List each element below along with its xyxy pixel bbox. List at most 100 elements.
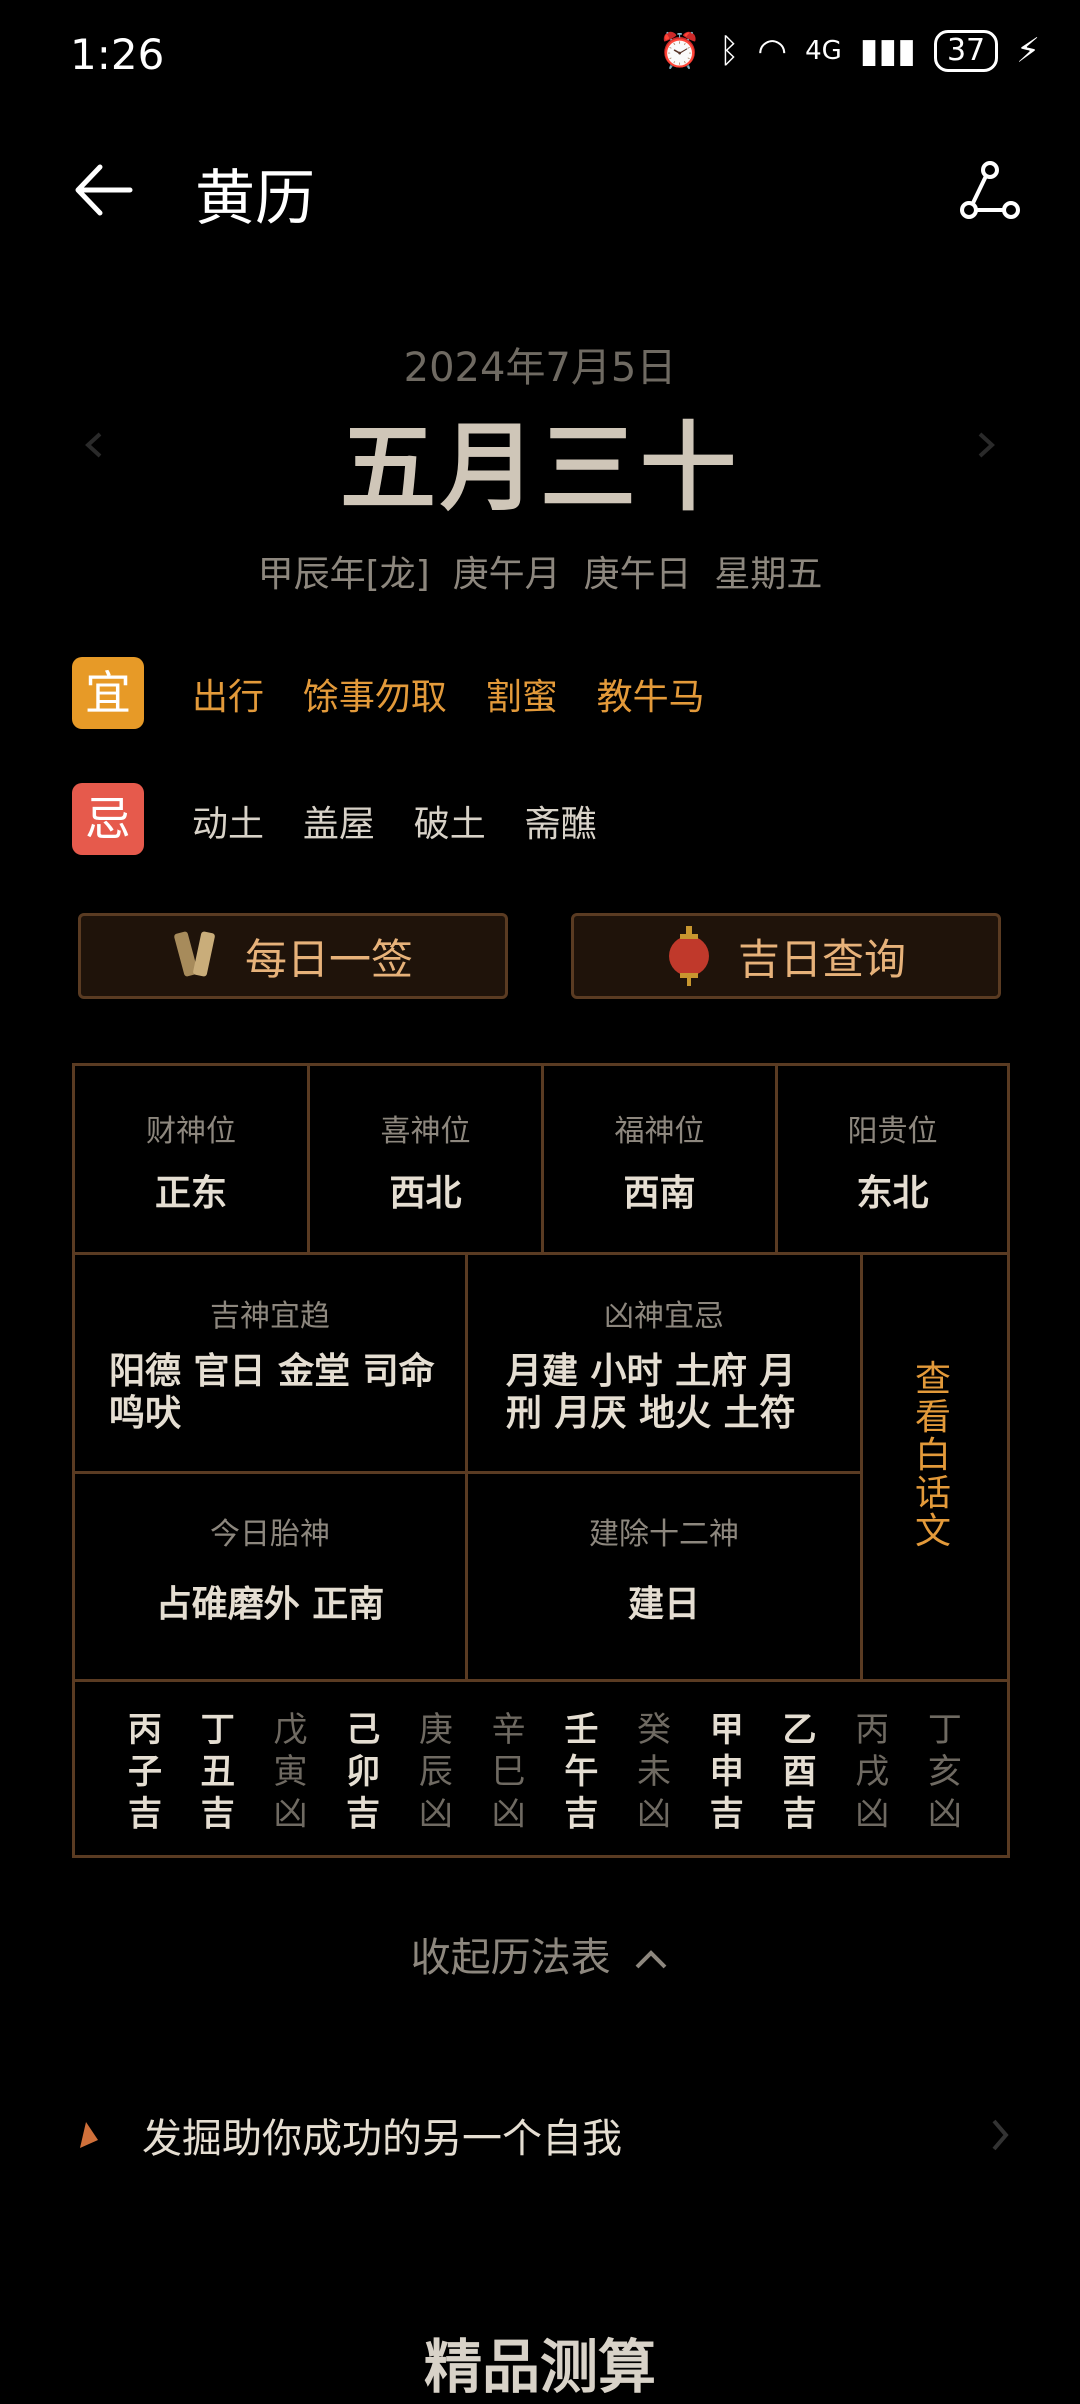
collapse-label: 收起历法表	[410, 1935, 611, 1981]
battery-indicator: 37	[933, 30, 999, 72]
xiongshen-cell: 凶神宜忌 月建 小时 土府 月刑 月厌 地火 土符	[468, 1291, 860, 1435]
direction-noble: 阳贵位 东北	[778, 1106, 1007, 1216]
section-title: 精品测算	[423, 2333, 656, 2401]
network-label: 4G	[805, 36, 842, 66]
jishen-value: 阳德 官日 金堂 司命 鸣吠	[109, 1351, 435, 1434]
taishen-cell: 今日胎神 占碓磨外 正南	[75, 1509, 465, 1627]
xiongshen-label: 凶神宜忌	[604, 1299, 724, 1334]
ji-badge: 忌	[72, 783, 144, 855]
hour-luck: 凶	[418, 1794, 453, 1834]
hour-luck: 凶	[927, 1794, 962, 1834]
hour-stem: 庚	[418, 1710, 453, 1750]
wifi-icon: ◠	[757, 31, 788, 71]
lucky-day-label: 吉日查询	[737, 934, 906, 984]
hour-branch: 午	[564, 1752, 599, 1792]
view-plain-text-link[interactable]: 查看白话文	[913, 1361, 953, 1551]
hour-column: 己卯吉	[343, 1709, 383, 1835]
xiongshen-value: 月建 小时 土府 月刑 月厌 地火 土符	[506, 1351, 796, 1434]
hour-stem: 甲	[709, 1710, 744, 1750]
promo-text: 发掘助你成功的另一个自我	[142, 2116, 622, 2162]
charging-icon: ⚡	[1016, 31, 1040, 71]
hour-luck: 凶	[491, 1794, 526, 1834]
signal-icon: ▮▮▮	[859, 31, 916, 71]
jianchu-value: 建日	[627, 1584, 700, 1625]
fortune-stick-icon	[174, 931, 215, 977]
ji-items: 动土 盖屋 破土 斋醮	[192, 804, 597, 845]
hour-stem: 丁	[200, 1710, 235, 1750]
gregorian-date: 2024年7月5日	[403, 345, 677, 391]
jianchu-cell: 建除十二神 建日	[468, 1509, 860, 1627]
hour-branch: 辰	[418, 1752, 453, 1792]
jishen-cell: 吉神宜趋 阳德 官日 金堂 司命 鸣吠	[75, 1291, 465, 1435]
hour-column: 癸未凶	[634, 1709, 674, 1835]
hour-column: 丙子吉	[125, 1709, 165, 1835]
hour-column: 丁亥凶	[925, 1709, 965, 1835]
next-day-icon[interactable]	[970, 430, 1000, 460]
lucky-day-button[interactable]: 吉日查询	[571, 913, 1001, 999]
hour-column: 丙戌凶	[852, 1709, 892, 1835]
taishen-label: 今日胎神	[210, 1517, 330, 1552]
lunar-date: 五月三十	[340, 412, 740, 524]
page-title: 黄历	[195, 164, 315, 234]
chevron-right-icon	[992, 2119, 1009, 2151]
hour-column: 庚辰凶	[416, 1709, 456, 1835]
jianchu-label: 建除十二神	[589, 1517, 739, 1552]
direction-wealth: 财神位 正东	[75, 1106, 307, 1216]
status-time: 1:26	[70, 30, 165, 79]
daily-fortune-label: 每日一签	[244, 934, 413, 984]
yi-items: 出行 馀事勿取 割蜜 教牛马	[192, 677, 705, 718]
hour-stem: 乙	[782, 1710, 817, 1750]
hour-luck: 吉	[709, 1794, 744, 1834]
flame-icon	[80, 2122, 98, 2148]
promo-row[interactable]: 发掘助你成功的另一个自我	[72, 2100, 1012, 2170]
hours-row: 丙子吉丁丑吉戊寅凶己卯吉庚辰凶辛巳凶壬午吉癸未凶甲申吉乙酉吉丙戌凶丁亥凶	[125, 1709, 965, 1835]
hour-column: 乙酉吉	[779, 1709, 819, 1835]
yi-badge: 宜	[72, 657, 144, 729]
hour-luck: 凶	[637, 1794, 672, 1834]
back-arrow-icon[interactable]	[70, 155, 140, 225]
status-icons: ⏰ ᛒ ◠ 4G ▮▮▮ 37 ⚡	[659, 30, 1040, 72]
share-icon[interactable]	[960, 160, 1020, 220]
direction-label: 喜神位	[380, 1114, 471, 1149]
hour-column: 戊寅凶	[270, 1709, 310, 1835]
hour-luck: 吉	[346, 1794, 381, 1834]
hour-column: 丁丑吉	[198, 1709, 238, 1835]
hour-stem: 丙	[855, 1710, 890, 1750]
hour-luck: 凶	[273, 1794, 308, 1834]
direction-label: 阳贵位	[847, 1114, 938, 1149]
hour-stem: 壬	[564, 1710, 599, 1750]
hour-luck: 吉	[782, 1794, 817, 1834]
direction-value: 东北	[856, 1173, 929, 1214]
hour-column: 甲申吉	[707, 1709, 747, 1835]
lantern-icon	[668, 926, 709, 986]
hour-stem: 丙	[128, 1710, 162, 1750]
hour-branch: 巳	[491, 1752, 526, 1792]
jishen-label: 吉神宜趋	[210, 1299, 330, 1334]
bluetooth-icon: ᛒ	[719, 31, 740, 71]
hour-branch: 卯	[346, 1752, 381, 1792]
hour-branch: 亥	[927, 1752, 962, 1792]
hour-luck: 吉	[564, 1794, 599, 1834]
almanac-table: 财神位 正东 喜神位 西北 福神位 西南 阳贵位 东北 吉神宜趋 阳德 官日 金…	[72, 1063, 1010, 1858]
alarm-icon: ⏰	[658, 31, 702, 71]
hour-luck: 吉	[200, 1794, 235, 1834]
hour-stem: 癸	[637, 1710, 672, 1750]
hour-branch: 丑	[200, 1752, 235, 1792]
hour-stem: 戊	[273, 1710, 308, 1750]
direction-label: 福神位	[614, 1114, 705, 1149]
direction-fortune: 福神位 西南	[544, 1106, 775, 1216]
hour-column: 辛巳凶	[489, 1709, 529, 1835]
hour-luck: 吉	[128, 1794, 162, 1834]
hour-branch: 未	[637, 1752, 672, 1792]
hour-stem: 丁	[927, 1710, 962, 1750]
hour-branch: 子	[128, 1752, 162, 1792]
hour-stem: 辛	[491, 1710, 526, 1750]
hour-branch: 申	[709, 1752, 744, 1792]
direction-value: 西南	[623, 1173, 696, 1214]
taishen-value: 占碓磨外 正南	[155, 1584, 385, 1625]
hour-column: 壬午吉	[561, 1709, 601, 1835]
hour-branch: 戌	[855, 1752, 890, 1792]
collapse-table-button[interactable]: 收起历法表	[0, 1925, 1080, 1983]
hour-luck: 凶	[855, 1794, 890, 1834]
daily-fortune-button[interactable]: 每日一签	[78, 913, 508, 999]
